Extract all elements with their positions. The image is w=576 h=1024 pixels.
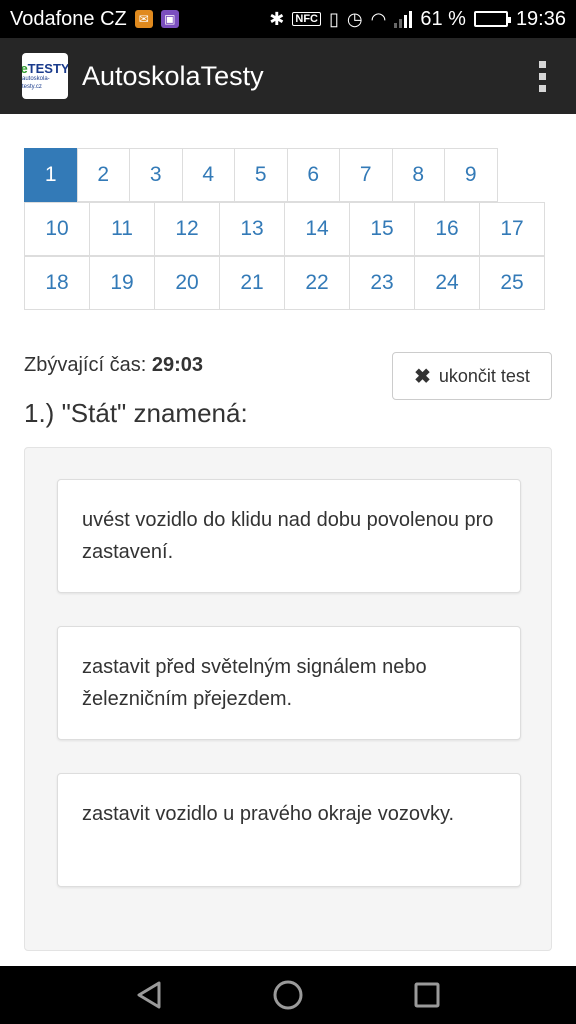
status-bar-right: ✱ NFC ▯ ◷ ◠ 61 % 19:36	[269, 8, 566, 31]
system-nav-bar	[0, 966, 576, 1024]
vibrate-icon: ▯	[329, 8, 339, 29]
app-title: AutoskolaTesty	[82, 60, 264, 91]
remaining-time: Zbývající čas: 29:03	[24, 354, 203, 377]
clock: 19:36	[515, 7, 566, 30]
question-pager-row-1: 123456789	[24, 148, 498, 202]
carrier-name: Vodafone CZ	[10, 7, 127, 30]
end-test-label: ukončit test	[438, 365, 530, 386]
page-button-1[interactable]: 1	[24, 148, 78, 202]
logo-text: eTESTY	[22, 62, 68, 75]
notification-icon: ✉	[134, 10, 153, 28]
answer-option-3[interactable]: zastavit vozidlo u pravého okraje vozovk…	[57, 773, 521, 887]
logo-subtext: autoskola-testy.cz	[22, 75, 50, 90]
page-button-11[interactable]: 11	[89, 202, 155, 256]
app-bar: eTESTY autoskola-testy.cz AutoskolaTesty	[0, 38, 576, 114]
home-icon[interactable]	[268, 975, 308, 1015]
status-bar: Vodafone CZ ✉ ▣ ✱ NFC ▯ ◷ ◠ 61 % 19:36	[0, 0, 576, 38]
page-button-22[interactable]: 22	[284, 256, 350, 310]
page-button-14[interactable]: 14	[284, 202, 350, 256]
page-button-13[interactable]: 13	[219, 202, 285, 256]
page-button-23[interactable]: 23	[349, 256, 415, 310]
page-button-21[interactable]: 21	[219, 256, 285, 310]
app-logo: eTESTY autoskola-testy.cz	[22, 53, 68, 99]
signal-icon	[394, 10, 413, 28]
page-button-6[interactable]: 6	[286, 148, 340, 202]
gallery-icon: ▣	[160, 10, 179, 28]
question-text: 1.) "Stát" znamená:	[24, 398, 248, 428]
page-button-18[interactable]: 18	[24, 256, 90, 310]
question-pager-row-3: 18 19 20 21 22 23 24 25	[24, 256, 545, 310]
page-button-20[interactable]: 20	[154, 256, 220, 310]
logo-text-testy: TESTY	[27, 60, 68, 76]
page-button-2[interactable]: 2	[76, 148, 130, 202]
status-bar-left: Vodafone CZ ✉ ▣	[10, 8, 179, 31]
nfc-icon: NFC	[292, 12, 321, 26]
page-button-3[interactable]: 3	[129, 148, 183, 202]
page-button-19[interactable]: 19	[89, 256, 155, 310]
answer-option-2[interactable]: zastavit před světelným signálem nebo že…	[57, 626, 521, 740]
wifi-icon: ◠	[370, 8, 387, 29]
page-button-4[interactable]: 4	[181, 148, 235, 202]
back-icon[interactable]	[129, 975, 169, 1015]
battery-percent: 61 %	[420, 7, 466, 30]
page-button-9[interactable]: 9	[444, 148, 498, 202]
question-pager-row-2: 10 11 12 13 14 15 16 17	[24, 202, 545, 256]
page-button-16[interactable]: 16	[414, 202, 480, 256]
page-button-15[interactable]: 15	[349, 202, 415, 256]
page-button-5[interactable]: 5	[234, 148, 288, 202]
page-button-24[interactable]: 24	[414, 256, 480, 310]
page-button-25[interactable]: 25	[479, 256, 545, 310]
page-button-12[interactable]: 12	[154, 202, 220, 256]
answers-panel: uvést vozidlo do klidu nad dobu povoleno…	[24, 447, 552, 951]
answer-option-1[interactable]: uvést vozidlo do klidu nad dobu povoleno…	[57, 479, 521, 593]
recents-icon[interactable]	[407, 975, 447, 1015]
remaining-time-label: Zbývající čas:	[24, 354, 147, 376]
bluetooth-icon: ✱	[269, 8, 285, 29]
page-button-8[interactable]: 8	[391, 148, 445, 202]
page-button-17[interactable]: 17	[479, 202, 545, 256]
page-button-10[interactable]: 10	[24, 202, 90, 256]
close-icon: ✖	[414, 365, 431, 388]
page-button-7[interactable]: 7	[339, 148, 393, 202]
end-test-button[interactable]: ✖ ukončit test	[392, 352, 552, 400]
battery-icon	[473, 11, 511, 27]
remaining-time-value: 29:03	[151, 354, 203, 376]
alarm-icon: ◷	[346, 8, 363, 29]
overflow-menu-icon[interactable]	[530, 56, 554, 96]
